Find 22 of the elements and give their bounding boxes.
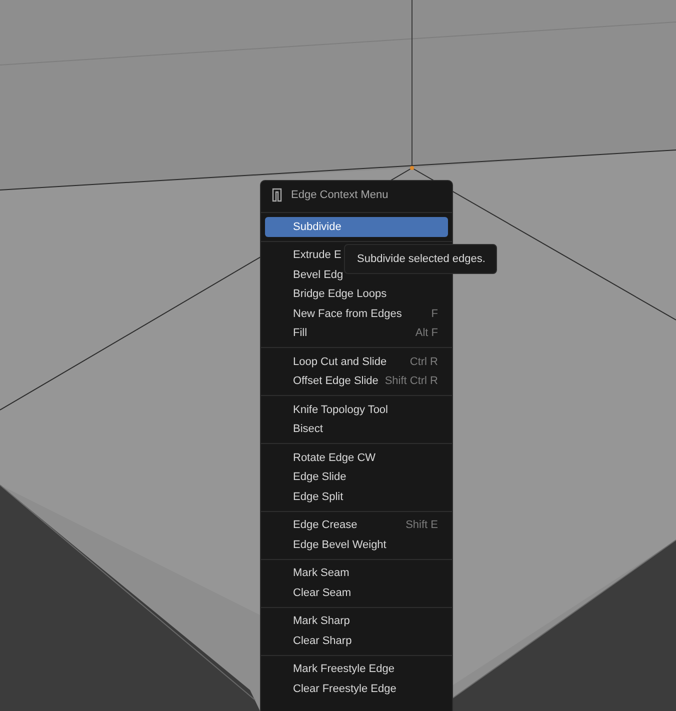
menu-item[interactable]: Edge Split [265, 487, 448, 506]
menu-item[interactable]: New Face from Edges F [265, 304, 448, 324]
menu-item[interactable]: Mark Sharp [265, 612, 448, 631]
menu-item[interactable]: Edge Bevel Weight [265, 535, 448, 554]
menu-item[interactable]: Bridge Edge Loops [265, 284, 448, 304]
menu-item[interactable]: Offset Edge Slide Shift Ctrl R [265, 372, 448, 391]
panel-icon [271, 188, 283, 202]
menu-item[interactable]: Edge Crease Shift E [265, 516, 448, 535]
tooltip: Subdivide selected edges. [344, 244, 498, 274]
menu-item[interactable]: Clear Seam [265, 583, 448, 602]
menu-item[interactable]: Bisect [265, 420, 448, 439]
menu-item[interactable]: Mark Seam [265, 564, 448, 583]
menu-item[interactable]: Subdivide [265, 217, 448, 236]
menu-item[interactable]: Mark Freestyle Edge [265, 660, 448, 679]
menu-item[interactable]: Fill Alt F [265, 324, 448, 343]
menu-item[interactable]: Edge Slide [265, 468, 448, 487]
menu-item[interactable]: Knife Topology Tool [265, 400, 448, 420]
menu-item[interactable]: Rotate Edge CW [265, 448, 448, 468]
menu-title: Edge Context Menu [291, 188, 388, 200]
menu-item[interactable]: Loop Cut and Slide Ctrl R [265, 352, 448, 372]
menu-item[interactable]: Clear Freestyle Edge [265, 679, 448, 698]
menu-item[interactable]: Clear Sharp [265, 631, 448, 650]
